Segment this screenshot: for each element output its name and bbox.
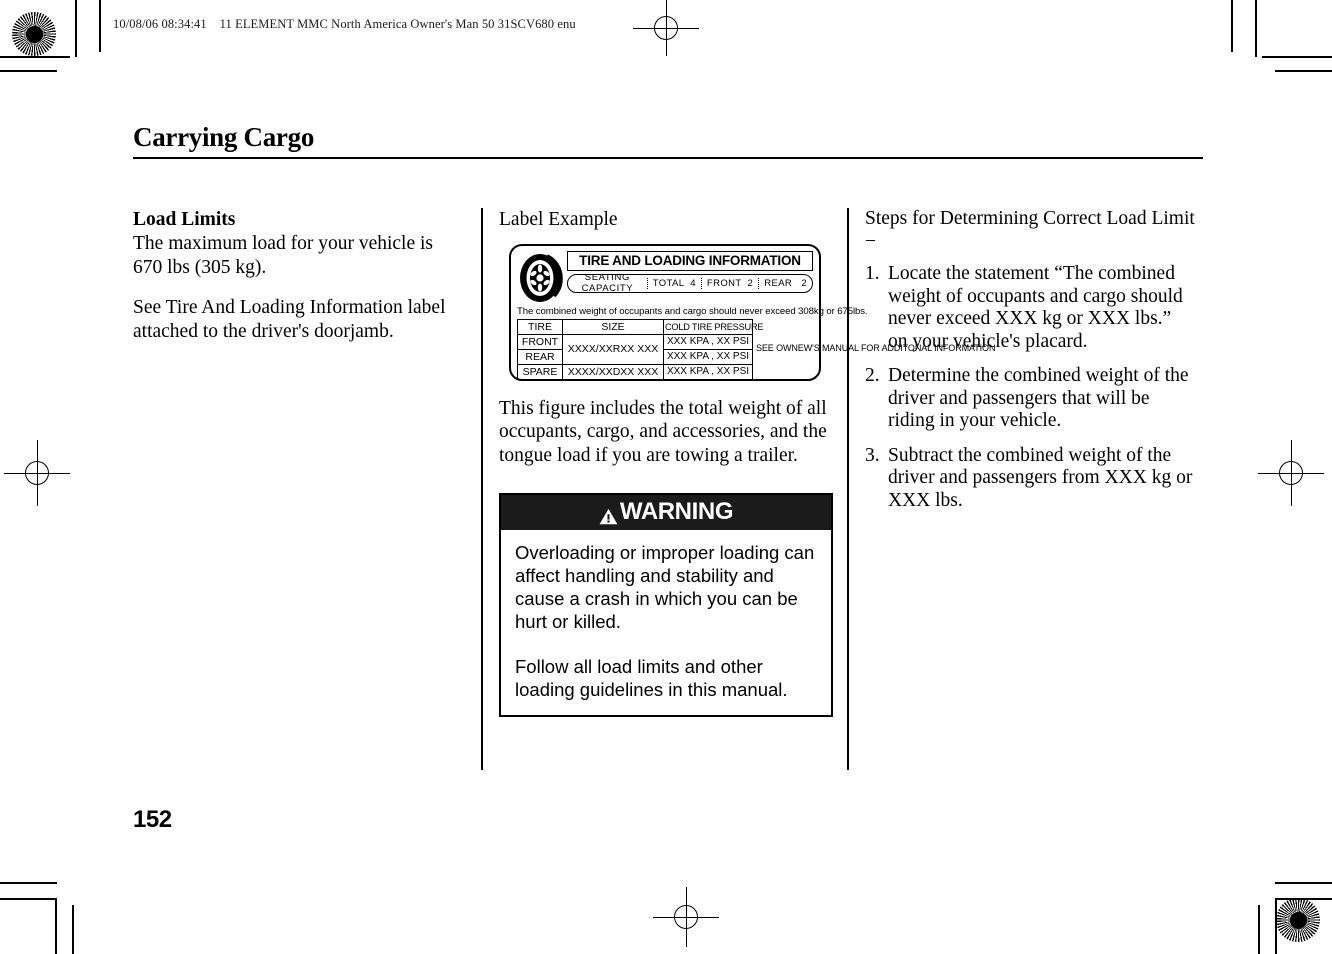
step-number: 3. [865,444,880,466]
crop-mark-bottom-right-h2 [1275,882,1332,884]
seating-capacity-label: SEATING CAPACITY [581,273,634,293]
step-number: 1. [865,263,880,284]
warning-paragraph-2: Follow all load limits and other loading… [515,656,788,700]
seating-capacity-row: SEATING CAPACITY TOTAL 4 FRONT 2 REAR 2 [567,273,813,293]
column-middle: Label Example TIRE AND LOADING INFORMATI… [499,208,995,717]
row-spare-size: XXXX/XXDXX XXX [562,363,664,380]
list-item: 1. Locate the statement “The combined we… [865,263,1195,353]
registration-starburst-top-left [12,12,56,56]
column-divider-right [847,208,849,770]
crop-mark-bottom-left-inner-v [72,905,74,954]
registration-cross-bottom-center [653,887,719,947]
step-text: Subtract the combined weight of the driv… [888,444,1193,511]
crop-mark-top-left-inner-h [0,70,57,72]
label-title: TIRE AND LOADING INFORMATION [567,250,813,271]
tire-loading-information-label: TIRE AND LOADING INFORMATION SEATING CAP… [509,243,995,381]
page-number: 152 [133,806,172,833]
table-header-row: TIRE SIZE COLD TIRE PRESSURE SEE OWNEW'S… [517,318,995,379]
seating-total-cell: TOTAL 4 [646,277,701,289]
row-spare-tire: SPARE [517,363,563,380]
load-limits-heading: Load Limits [133,209,236,230]
crop-mark-bottom-right-inner-v [1258,905,1260,954]
warning-triangle-icon [599,504,618,524]
label-side-note: SEE OWNEW'S MANUAL FOR ADDITONAL INFORMA… [752,319,995,379]
warning-box: WARNING Overloading or improper loading … [499,493,833,717]
load-limits-paragraph-1: The maximum load for your vehicle is 670… [133,233,434,278]
crop-mark-bottom-left-h2 [0,882,57,884]
crop-mark-top-right-h [1262,56,1332,58]
registration-cross-left [4,440,70,506]
crop-mark-top-left-h [0,56,70,58]
crop-mark-top-right-inner-h [1275,70,1332,72]
row-spare-pressure: XXX KPA , XX PSI [663,363,753,380]
list-item: 2. Determine the combined weight of the … [865,365,1195,433]
crop-mark-top-left-inner-v [99,0,101,52]
row-front-tire: FRONT [517,333,563,350]
registration-cross-top-center [633,0,699,56]
label-example-caption: Label Example [499,209,618,230]
step-number: 2. [865,365,880,386]
warning-title-bar: WARNING [501,495,831,530]
header-tire: TIRE [517,318,563,335]
steps-list: 1. Locate the statement “The combined we… [865,263,1195,512]
crop-mark-top-right-inner-v [1231,0,1233,52]
header-size: SIZE [562,318,664,335]
crop-mark-bottom-right-v [1275,898,1277,954]
warning-title-text: WARNING [619,498,734,525]
tire-icon [517,252,565,304]
column-right: Steps for Determining Correct Load Limit… [865,208,1195,524]
document-page: 10/08/06 08:34:41 11 ELEMENT MMC North A… [0,0,1332,954]
title-rule [133,157,1203,159]
crop-mark-bottom-left-h [0,898,57,900]
tire-pressure-table: TIRE SIZE COLD TIRE PRESSURE SEE OWNEW'S… [517,318,995,380]
warning-body: Overloading or improper loading can affe… [501,530,831,715]
steps-heading: Steps for Determining Correct Load Limit… [865,208,1195,252]
row-front-rear-size: XXXX/XXRXX XXX [562,333,664,365]
seating-rear-cell: REAR 2 [758,277,812,289]
list-item: 3. Subtract the combined weight of the d… [865,445,1195,513]
crop-mark-top-right-v [1255,0,1257,57]
load-limits-paragraph-2: See Tire And Loading Information label a… [133,297,446,342]
crop-mark-bottom-left-v [55,898,57,954]
crop-mark-bottom-right-h [1275,898,1332,900]
column-divider-left [481,208,483,770]
row-rear-pressure: XXX KPA , XX PSI [663,348,753,365]
running-head: 10/08/06 08:34:41 11 ELEMENT MMC North A… [113,17,576,31]
column-left: Load Limits The maximum load for your ve… [133,208,459,343]
warning-paragraph-1: Overloading or improper loading can affe… [515,542,815,632]
page-title: Carrying Cargo [133,122,315,152]
crop-mark-top-left-v [75,0,77,57]
registration-cross-right [1258,440,1324,506]
combined-weight-note: The combined weight of occupants and car… [517,305,868,317]
seating-front-cell: FRONT 2 [700,277,758,289]
registration-starburst-bottom-right [1276,898,1320,942]
header-pressure: COLD TIRE PRESSURE [663,318,764,335]
row-front-pressure: XXX KPA , XX PSI [663,333,753,350]
step-text: Locate the statement “The combined weigh… [888,263,1183,352]
row-rear-tire: REAR [517,348,563,365]
step-text: Determine the combined weight of the dri… [888,365,1189,431]
figure-explanation-paragraph: This figure includes the total weight of… [499,397,827,466]
